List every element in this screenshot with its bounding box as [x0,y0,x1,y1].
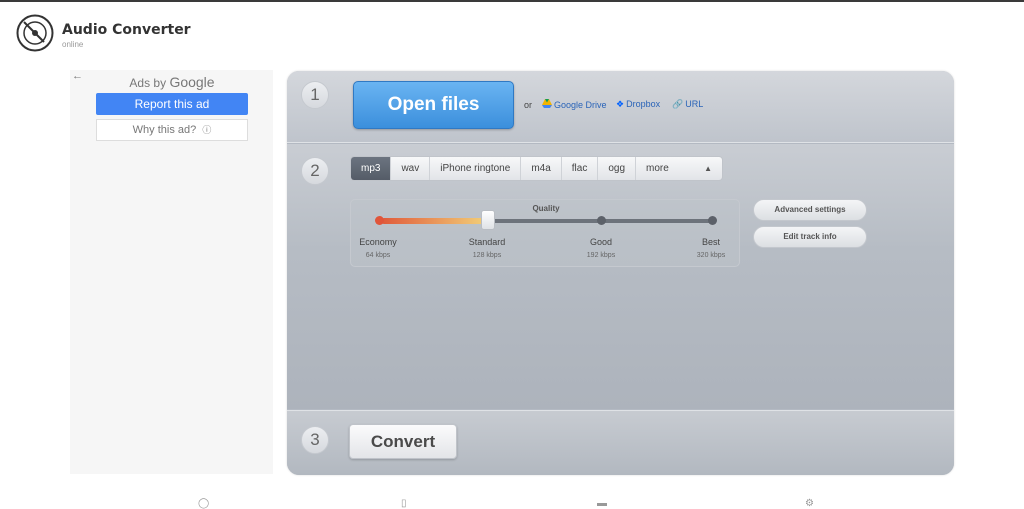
converter-panel: 1 Open files or Google Drive ❖ Dropbox 🔗 U… [287,71,954,475]
dropbox-link[interactable]: ❖ Dropbox [616,99,660,110]
vinyl-disc-icon[interactable] [16,14,54,52]
url-link[interactable]: 🔗 URL [672,99,703,110]
google-drive-link[interactable]: Google Drive [542,99,607,110]
bitrate-best: 320 kbps [696,252,726,259]
more-formats-dropdown[interactable]: more ▲▼ [636,157,722,180]
quality-title: Quality [532,204,560,213]
why-this-ad-label: Why this ad? [132,124,197,136]
arrow-left-icon[interactable]: ← [72,70,83,82]
tab-flac[interactable]: flac [562,157,599,180]
step-3-section: 3 Convert [287,410,954,475]
step-2-badge: 2 [301,157,329,185]
quality-label-good: Good [589,237,613,247]
google-drive-icon [542,99,552,108]
top-border [0,0,1024,2]
or-label: or [524,100,533,110]
tab-mp3[interactable]: mp3 [351,157,392,180]
footer-screen-icon: ▬ [597,498,607,509]
link-icon: 🔗 [672,99,684,109]
google-label: Google [169,74,215,90]
dropbox-label: Dropbox [626,99,661,109]
quality-slider-handle[interactable] [481,210,495,230]
step-2-section: 2 mp3 wav iPhone ringtone m4a flac ogg m… [287,144,954,409]
dropbox-icon: ❖ [616,99,625,109]
open-files-button[interactable]: Open files [353,81,514,129]
footer-gear-icon: ⚙ [805,498,814,509]
bitrate-good: 192 kbps [586,252,616,259]
ads-by-text: Ads by [129,76,167,90]
convert-button[interactable]: Convert [349,424,457,459]
bitrate-standard: 128 kbps [472,252,502,259]
app-title[interactable]: Audio Converter [62,22,191,38]
url-label: URL [685,99,704,109]
updown-arrow-icon: ▲▼ [704,164,713,173]
info-circle-icon: ⓘ [202,125,212,135]
more-formats-label: more [646,163,669,174]
ads-by-google-label: Ads by Google [96,74,248,90]
edit-track-info-button[interactable]: Edit track info [753,226,867,248]
tab-ogg[interactable]: ogg [598,157,637,180]
step-1-badge: 1 [301,81,329,109]
quality-stop-economy[interactable] [375,216,384,225]
quality-label-standard: Standard [468,237,506,247]
step-1-section: 1 Open files or Google Drive ❖ Dropbox 🔗 U… [287,71,954,143]
bitrate-economy: 64 kbps [365,252,391,259]
quality-label-economy: Economy [359,237,397,247]
quality-stop-best[interactable] [708,216,717,225]
format-tabs: mp3 wav iPhone ringtone m4a flac ogg mor… [350,156,724,181]
quality-slider-box: Quality Economy Standard Good Best 64 kb… [350,199,740,267]
quality-label-best: Best [701,237,720,247]
footer-device-icon: ▯ [401,498,407,509]
tab-m4a[interactable]: m4a [521,157,562,180]
why-this-ad-button[interactable]: Why this ad? ⓘ [96,119,248,141]
quality-track-fill [381,218,489,224]
step-3-badge: 3 [301,426,329,454]
tab-wav[interactable]: wav [391,157,431,180]
advanced-settings-button[interactable]: Advanced settings [753,199,867,221]
tab-iphone-ringtone[interactable]: iPhone ringtone [430,157,522,180]
quality-stop-good[interactable] [597,216,606,225]
google-drive-label: Google Drive [554,100,607,110]
app-subtitle: online [62,40,84,49]
footer-circle-icon: ◯ [198,498,210,509]
report-ad-button[interactable]: Report this ad [96,93,248,115]
